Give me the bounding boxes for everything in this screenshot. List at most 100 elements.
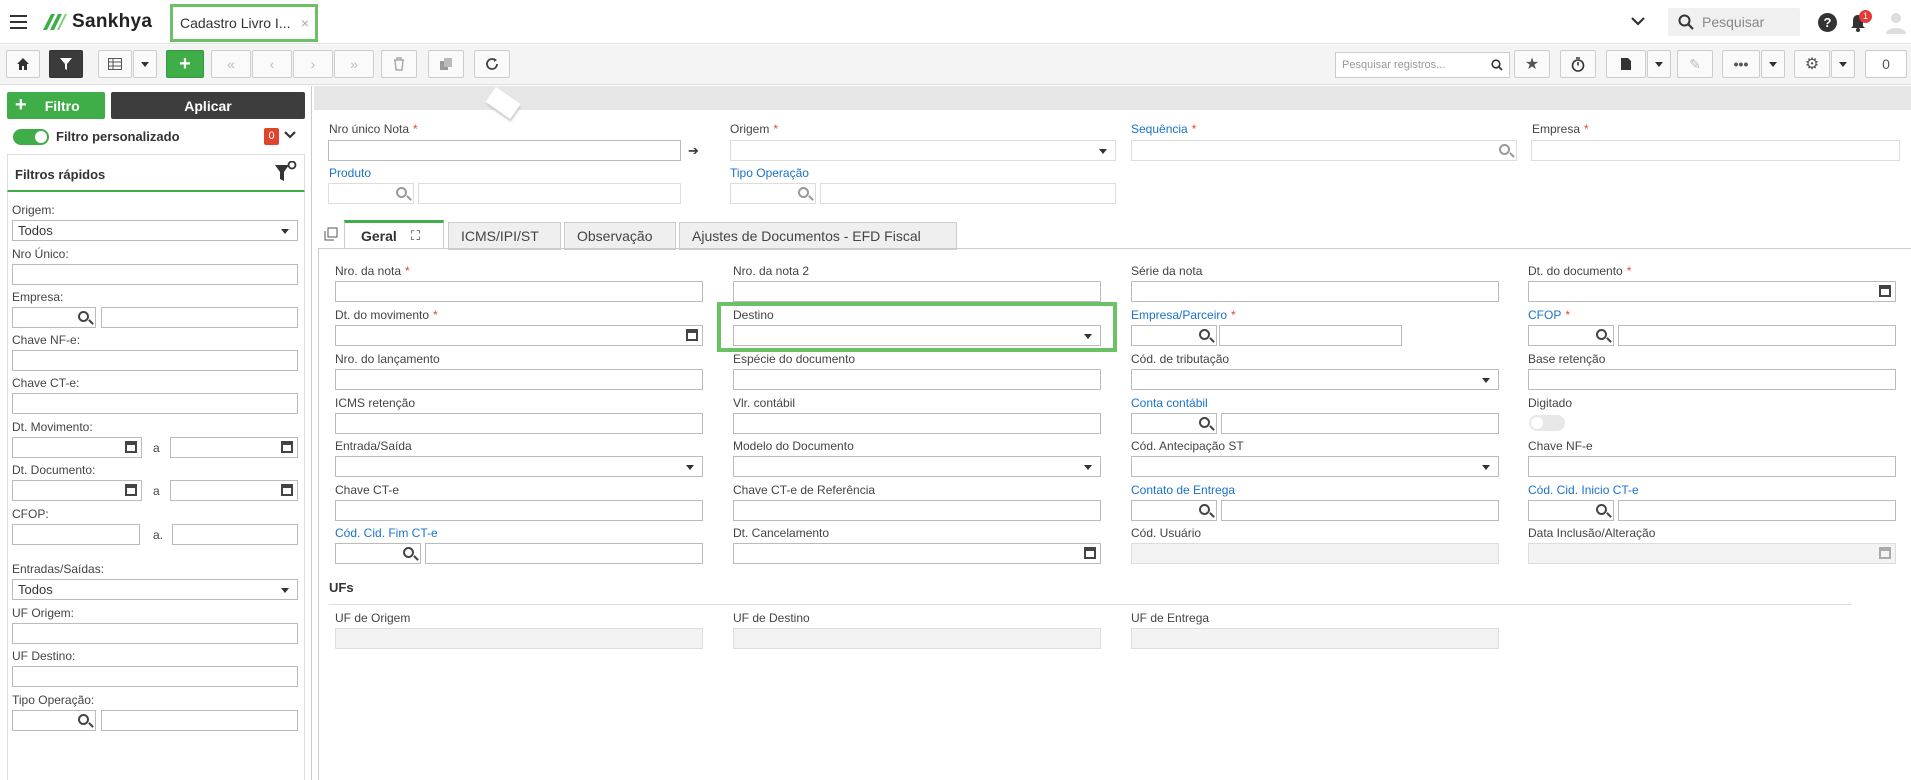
- empresa-filter-code[interactable]: [12, 307, 96, 328]
- search-icon[interactable]: [78, 311, 89, 322]
- search-icon[interactable]: [1199, 504, 1210, 515]
- sequencia-input[interactable]: [1131, 140, 1517, 161]
- favorite-button[interactable]: ★: [1514, 50, 1550, 78]
- home-button[interactable]: [6, 50, 40, 78]
- tab-ajustes-efd[interactable]: Ajustes de Documentos - EFD Fiscal: [679, 222, 957, 250]
- global-search[interactable]: Pesquisar: [1668, 8, 1800, 36]
- conta-contabil-name[interactable]: [1221, 413, 1499, 434]
- tipo-operacao-name-input[interactable]: [820, 183, 1116, 204]
- export-dropdown[interactable]: [1647, 50, 1671, 78]
- sequencia-label[interactable]: Sequência *: [1131, 122, 1196, 136]
- cod-cid-inicio-cte-label[interactable]: Cód. Cid. Inicio CT-e: [1528, 483, 1639, 497]
- uf-origem-filter-input[interactable]: [12, 623, 298, 644]
- search-icon[interactable]: [403, 547, 414, 558]
- first-record-button[interactable]: «: [211, 50, 251, 78]
- cfop-filter-from[interactable]: [12, 524, 140, 545]
- empresa-parceiro-label[interactable]: Empresa/Parceiro *: [1131, 308, 1236, 322]
- search-icon[interactable]: [1596, 329, 1607, 340]
- icms-retencao-input[interactable]: [335, 413, 703, 434]
- calendar-icon[interactable]: [1879, 285, 1891, 297]
- cfop-code-input[interactable]: [1528, 325, 1614, 346]
- next-record-button[interactable]: ›: [293, 50, 333, 78]
- menu-icon[interactable]: [10, 15, 27, 29]
- base-retencao-input[interactable]: [1528, 369, 1896, 390]
- destino-select[interactable]: [733, 325, 1101, 346]
- bell-icon[interactable]: 1: [1850, 10, 1872, 35]
- tab-cadastro-livro[interactable]: Cadastro Livro I... ×: [170, 4, 318, 42]
- search-icon[interactable]: [1499, 144, 1510, 155]
- search-icon[interactable]: [798, 187, 809, 198]
- cod-cid-fim-cte-name[interactable]: [425, 543, 703, 564]
- delete-button[interactable]: [381, 50, 417, 78]
- origem-filter-select[interactable]: Todos: [12, 220, 298, 241]
- custom-filter-toggle[interactable]: [13, 129, 49, 145]
- cfop-label[interactable]: CFOP *: [1528, 308, 1570, 322]
- dt-movimento-from[interactable]: [12, 437, 142, 458]
- especie-documento-input[interactable]: [733, 369, 1101, 390]
- prev-record-button[interactable]: ‹: [252, 50, 292, 78]
- help-icon[interactable]: ?: [1818, 13, 1837, 32]
- uf-destino-filter-input[interactable]: [12, 666, 298, 687]
- apply-button[interactable]: Aplicar: [111, 92, 305, 119]
- search-icon[interactable]: [396, 187, 407, 198]
- cfop-filter-to[interactable]: [172, 524, 298, 545]
- entrada-saida-select[interactable]: [335, 456, 703, 477]
- calendar-icon[interactable]: [686, 329, 698, 341]
- origem-select[interactable]: [730, 140, 1116, 161]
- empresa-parceiro-code[interactable]: [1131, 325, 1217, 346]
- records-search-input[interactable]: Pesquisar registros...: [1335, 52, 1510, 78]
- empresa-filter-name[interactable]: [101, 307, 298, 328]
- refresh-button[interactable]: [474, 50, 510, 78]
- dt-documento-to[interactable]: [170, 480, 298, 501]
- chave-nfe-filter-input[interactable]: [12, 350, 298, 371]
- arrow-right-icon[interactable]: ➔: [688, 143, 699, 159]
- nro-nota2-input[interactable]: [733, 281, 1101, 302]
- dt-movimento-input[interactable]: [335, 325, 703, 346]
- grid-view-button[interactable]: [98, 50, 132, 78]
- serie-nota-input[interactable]: [1131, 281, 1499, 302]
- contato-entrega-label[interactable]: Contato de Entrega: [1131, 483, 1235, 497]
- view-dropdown[interactable]: [133, 50, 157, 78]
- cod-cid-fim-cte-code[interactable]: [335, 543, 421, 564]
- calendar-icon[interactable]: [125, 484, 137, 496]
- tipo-operacao-filter-name[interactable]: [101, 710, 298, 731]
- calendar-icon[interactable]: [281, 484, 293, 496]
- search-icon[interactable]: [1199, 417, 1210, 428]
- chevron-down-icon[interactable]: [1630, 14, 1646, 32]
- tab-observacao[interactable]: Observação: [564, 222, 676, 250]
- chave-cte-filter-input[interactable]: [12, 393, 298, 414]
- nro-unico-input[interactable]: [328, 140, 681, 161]
- cod-tributacao-select[interactable]: [1131, 369, 1499, 390]
- search-icon[interactable]: [1199, 329, 1210, 340]
- copy-layout-icon[interactable]: [324, 227, 338, 244]
- filter-toggle-button[interactable]: [49, 50, 83, 78]
- nro-nota-input[interactable]: [335, 281, 703, 302]
- digitado-toggle[interactable]: [1529, 415, 1565, 431]
- dt-documento-from[interactable]: [12, 480, 142, 501]
- empresa-parceiro-name[interactable]: [1219, 325, 1402, 346]
- export-button[interactable]: [1606, 50, 1646, 78]
- brand-logo[interactable]: Sankhya: [40, 11, 152, 33]
- dt-movimento-to[interactable]: [170, 437, 298, 458]
- settings-dropdown[interactable]: [1831, 50, 1855, 78]
- produto-label[interactable]: Produto: [329, 166, 371, 180]
- contato-entrega-name[interactable]: [1221, 500, 1499, 521]
- search-icon[interactable]: [78, 714, 89, 725]
- cod-antecipacao-st-select[interactable]: [1131, 456, 1499, 477]
- empresa-input[interactable]: [1531, 140, 1900, 161]
- duplicate-button[interactable]: [428, 50, 464, 78]
- chevron-down-icon[interactable]: [283, 129, 297, 144]
- nro-lancamento-input[interactable]: [335, 369, 703, 390]
- tipo-operacao-label[interactable]: Tipo Operação: [730, 166, 809, 180]
- more-button[interactable]: •••: [1722, 50, 1760, 78]
- conta-contabil-code[interactable]: [1131, 413, 1217, 434]
- cfop-description-input[interactable]: [1618, 325, 1896, 346]
- filter-settings-icon[interactable]: [273, 160, 297, 188]
- modelo-documento-select[interactable]: [733, 456, 1101, 477]
- cod-cid-fim-cte-label[interactable]: Cód. Cid. Fim CT-e: [335, 526, 438, 540]
- chave-nfe-input[interactable]: [1528, 456, 1896, 477]
- close-icon[interactable]: ×: [301, 15, 309, 31]
- attachment-button[interactable]: ✎: [1677, 50, 1713, 78]
- vlr-contabil-input[interactable]: [733, 413, 1101, 434]
- tab-geral[interactable]: Geral ⛶: [344, 220, 444, 248]
